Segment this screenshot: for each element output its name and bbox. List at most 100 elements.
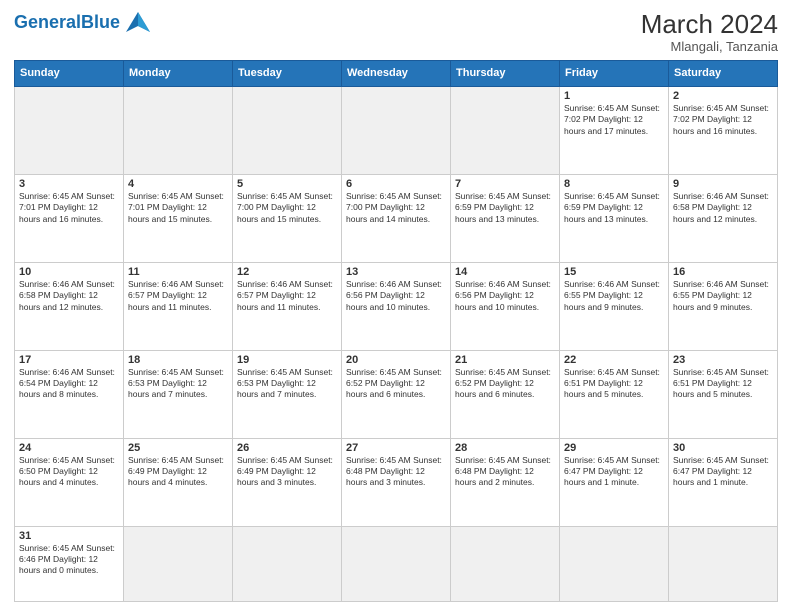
day-info: Sunrise: 6:45 AM Sunset: 6:48 PM Dayligh… bbox=[346, 455, 446, 489]
calendar-cell bbox=[124, 526, 233, 601]
day-info: Sunrise: 6:46 AM Sunset: 6:56 PM Dayligh… bbox=[346, 279, 446, 313]
day-info: Sunrise: 6:45 AM Sunset: 6:47 PM Dayligh… bbox=[564, 455, 664, 489]
day-info: Sunrise: 6:45 AM Sunset: 7:02 PM Dayligh… bbox=[564, 103, 664, 137]
day-number: 8 bbox=[564, 178, 664, 190]
day-number: 21 bbox=[455, 354, 555, 366]
day-number: 12 bbox=[237, 266, 337, 278]
day-number: 25 bbox=[128, 442, 228, 454]
calendar-cell: 21Sunrise: 6:45 AM Sunset: 6:52 PM Dayli… bbox=[451, 350, 560, 438]
day-number: 27 bbox=[346, 442, 446, 454]
day-number: 4 bbox=[128, 178, 228, 190]
day-info: Sunrise: 6:45 AM Sunset: 6:49 PM Dayligh… bbox=[128, 455, 228, 489]
day-info: Sunrise: 6:45 AM Sunset: 6:46 PM Dayligh… bbox=[19, 543, 119, 577]
day-number: 20 bbox=[346, 354, 446, 366]
calendar-cell: 6Sunrise: 6:45 AM Sunset: 7:00 PM Daylig… bbox=[342, 174, 451, 262]
day-number: 19 bbox=[237, 354, 337, 366]
day-info: Sunrise: 6:45 AM Sunset: 7:00 PM Dayligh… bbox=[346, 191, 446, 225]
title-block: March 2024 Mlangali, Tanzania bbox=[641, 10, 778, 54]
calendar-cell: 29Sunrise: 6:45 AM Sunset: 6:47 PM Dayli… bbox=[560, 438, 669, 526]
calendar-cell: 1Sunrise: 6:45 AM Sunset: 7:02 PM Daylig… bbox=[560, 86, 669, 174]
day-number: 11 bbox=[128, 266, 228, 278]
calendar-week-5: 24Sunrise: 6:45 AM Sunset: 6:50 PM Dayli… bbox=[15, 438, 778, 526]
logo-general: General bbox=[14, 12, 81, 32]
day-number: 3 bbox=[19, 178, 119, 190]
day-header-sunday: Sunday bbox=[15, 60, 124, 86]
day-number: 1 bbox=[564, 90, 664, 102]
day-number: 31 bbox=[19, 530, 119, 542]
day-info: Sunrise: 6:45 AM Sunset: 6:48 PM Dayligh… bbox=[455, 455, 555, 489]
calendar-body: 1Sunrise: 6:45 AM Sunset: 7:02 PM Daylig… bbox=[15, 86, 778, 601]
calendar-cell: 27Sunrise: 6:45 AM Sunset: 6:48 PM Dayli… bbox=[342, 438, 451, 526]
day-info: Sunrise: 6:46 AM Sunset: 6:58 PM Dayligh… bbox=[673, 191, 773, 225]
calendar-cell bbox=[669, 526, 778, 601]
calendar-cell: 15Sunrise: 6:46 AM Sunset: 6:55 PM Dayli… bbox=[560, 262, 669, 350]
calendar-cell: 31Sunrise: 6:45 AM Sunset: 6:46 PM Dayli… bbox=[15, 526, 124, 601]
day-header-thursday: Thursday bbox=[451, 60, 560, 86]
day-info: Sunrise: 6:45 AM Sunset: 6:49 PM Dayligh… bbox=[237, 455, 337, 489]
calendar-cell: 19Sunrise: 6:45 AM Sunset: 6:53 PM Dayli… bbox=[233, 350, 342, 438]
logo: GeneralBlue bbox=[14, 10, 152, 34]
calendar-cell bbox=[560, 526, 669, 601]
calendar-week-6: 31Sunrise: 6:45 AM Sunset: 6:46 PM Dayli… bbox=[15, 526, 778, 601]
day-info: Sunrise: 6:45 AM Sunset: 6:50 PM Dayligh… bbox=[19, 455, 119, 489]
page: GeneralBlue March 2024 Mlangali, Tanzani… bbox=[0, 0, 792, 612]
calendar-cell: 17Sunrise: 6:46 AM Sunset: 6:54 PM Dayli… bbox=[15, 350, 124, 438]
day-info: Sunrise: 6:46 AM Sunset: 6:54 PM Dayligh… bbox=[19, 367, 119, 401]
calendar-week-3: 10Sunrise: 6:46 AM Sunset: 6:58 PM Dayli… bbox=[15, 262, 778, 350]
calendar-cell: 26Sunrise: 6:45 AM Sunset: 6:49 PM Dayli… bbox=[233, 438, 342, 526]
calendar: SundayMondayTuesdayWednesdayThursdayFrid… bbox=[14, 60, 778, 602]
calendar-cell: 30Sunrise: 6:45 AM Sunset: 6:47 PM Dayli… bbox=[669, 438, 778, 526]
day-info: Sunrise: 6:45 AM Sunset: 6:52 PM Dayligh… bbox=[346, 367, 446, 401]
day-info: Sunrise: 6:45 AM Sunset: 6:47 PM Dayligh… bbox=[673, 455, 773, 489]
calendar-cell: 4Sunrise: 6:45 AM Sunset: 7:01 PM Daylig… bbox=[124, 174, 233, 262]
day-number: 5 bbox=[237, 178, 337, 190]
calendar-cell bbox=[233, 526, 342, 601]
calendar-cell bbox=[15, 86, 124, 174]
month-year: March 2024 bbox=[641, 10, 778, 39]
day-number: 6 bbox=[346, 178, 446, 190]
calendar-cell: 9Sunrise: 6:46 AM Sunset: 6:58 PM Daylig… bbox=[669, 174, 778, 262]
day-number: 16 bbox=[673, 266, 773, 278]
day-number: 17 bbox=[19, 354, 119, 366]
calendar-week-1: 1Sunrise: 6:45 AM Sunset: 7:02 PM Daylig… bbox=[15, 86, 778, 174]
header: GeneralBlue March 2024 Mlangali, Tanzani… bbox=[14, 10, 778, 54]
calendar-cell bbox=[233, 86, 342, 174]
day-info: Sunrise: 6:46 AM Sunset: 6:56 PM Dayligh… bbox=[455, 279, 555, 313]
day-info: Sunrise: 6:45 AM Sunset: 6:53 PM Dayligh… bbox=[237, 367, 337, 401]
logo-text: GeneralBlue bbox=[14, 13, 120, 31]
calendar-week-4: 17Sunrise: 6:46 AM Sunset: 6:54 PM Dayli… bbox=[15, 350, 778, 438]
day-header-tuesday: Tuesday bbox=[233, 60, 342, 86]
day-info: Sunrise: 6:45 AM Sunset: 7:01 PM Dayligh… bbox=[19, 191, 119, 225]
calendar-cell: 7Sunrise: 6:45 AM Sunset: 6:59 PM Daylig… bbox=[451, 174, 560, 262]
calendar-cell: 28Sunrise: 6:45 AM Sunset: 6:48 PM Dayli… bbox=[451, 438, 560, 526]
day-number: 26 bbox=[237, 442, 337, 454]
logo-icon bbox=[124, 10, 152, 34]
calendar-cell: 2Sunrise: 6:45 AM Sunset: 7:02 PM Daylig… bbox=[669, 86, 778, 174]
day-info: Sunrise: 6:45 AM Sunset: 7:01 PM Dayligh… bbox=[128, 191, 228, 225]
calendar-cell: 5Sunrise: 6:45 AM Sunset: 7:00 PM Daylig… bbox=[233, 174, 342, 262]
logo-blue: Blue bbox=[81, 12, 120, 32]
day-number: 2 bbox=[673, 90, 773, 102]
day-info: Sunrise: 6:45 AM Sunset: 6:51 PM Dayligh… bbox=[564, 367, 664, 401]
day-header-friday: Friday bbox=[560, 60, 669, 86]
calendar-cell: 22Sunrise: 6:45 AM Sunset: 6:51 PM Dayli… bbox=[560, 350, 669, 438]
day-info: Sunrise: 6:46 AM Sunset: 6:58 PM Dayligh… bbox=[19, 279, 119, 313]
day-info: Sunrise: 6:46 AM Sunset: 6:57 PM Dayligh… bbox=[128, 279, 228, 313]
calendar-cell: 13Sunrise: 6:46 AM Sunset: 6:56 PM Dayli… bbox=[342, 262, 451, 350]
calendar-cell: 11Sunrise: 6:46 AM Sunset: 6:57 PM Dayli… bbox=[124, 262, 233, 350]
day-info: Sunrise: 6:46 AM Sunset: 6:57 PM Dayligh… bbox=[237, 279, 337, 313]
calendar-cell: 25Sunrise: 6:45 AM Sunset: 6:49 PM Dayli… bbox=[124, 438, 233, 526]
day-number: 10 bbox=[19, 266, 119, 278]
day-info: Sunrise: 6:45 AM Sunset: 7:02 PM Dayligh… bbox=[673, 103, 773, 137]
calendar-cell: 18Sunrise: 6:45 AM Sunset: 6:53 PM Dayli… bbox=[124, 350, 233, 438]
day-number: 29 bbox=[564, 442, 664, 454]
day-header-monday: Monday bbox=[124, 60, 233, 86]
day-number: 13 bbox=[346, 266, 446, 278]
calendar-cell: 16Sunrise: 6:46 AM Sunset: 6:55 PM Dayli… bbox=[669, 262, 778, 350]
location: Mlangali, Tanzania bbox=[641, 39, 778, 54]
day-number: 18 bbox=[128, 354, 228, 366]
calendar-cell: 20Sunrise: 6:45 AM Sunset: 6:52 PM Dayli… bbox=[342, 350, 451, 438]
calendar-cell: 24Sunrise: 6:45 AM Sunset: 6:50 PM Dayli… bbox=[15, 438, 124, 526]
day-number: 30 bbox=[673, 442, 773, 454]
day-info: Sunrise: 6:45 AM Sunset: 6:52 PM Dayligh… bbox=[455, 367, 555, 401]
